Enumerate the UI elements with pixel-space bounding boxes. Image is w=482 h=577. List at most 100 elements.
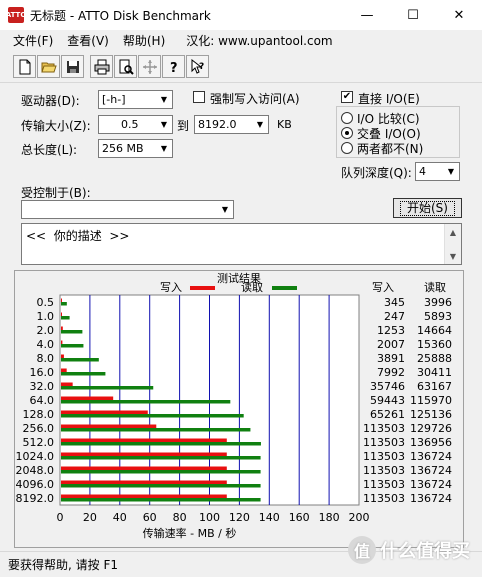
legend-read-swatch — [272, 286, 297, 290]
y-tick-label: 1.0 — [37, 310, 55, 323]
total-length-value: 256 MB — [102, 142, 144, 155]
column-header-read: 读取 — [424, 280, 446, 294]
y-tick-label: 8.0 — [37, 352, 55, 365]
read-value: 63167 — [417, 380, 452, 393]
read-value: 136724 — [410, 478, 452, 491]
y-tick-label: 16.0 — [30, 366, 55, 379]
write-bar — [61, 354, 64, 358]
x-axis-label: 传输速率 - MB / 秒 — [143, 526, 237, 540]
write-bar — [61, 480, 227, 484]
read-value: 136724 — [410, 450, 452, 463]
print-preview-icon — [119, 59, 134, 75]
overlap-io-radio[interactable] — [341, 127, 353, 139]
read-value: 136724 — [410, 492, 452, 505]
y-tick-label: 2048.0 — [16, 464, 55, 477]
description-box[interactable]: << 你的描述 >> ▲ ▼ — [21, 223, 462, 265]
results-chart: 测试结果写入 读取 写入 读取0 20 40 60 80 100 120 140 160 180 2000… — [16, 272, 453, 540]
x-tick-label: 120 — [229, 511, 250, 524]
legend-read-label: 读取 — [241, 280, 263, 294]
write-value: 345 — [384, 296, 405, 309]
menu-help[interactable]: 帮助(H) — [116, 32, 172, 49]
close-button[interactable]: ✕ — [436, 0, 482, 30]
print-button[interactable] — [90, 55, 113, 78]
drive-select[interactable]: [-h-] ▼ — [98, 90, 173, 109]
svg-text:?: ? — [199, 62, 204, 72]
read-bar — [61, 316, 70, 320]
transfer-size-label: 传输大小(Z): — [21, 119, 91, 133]
transfer-from-select[interactable]: 0.5 ▼ — [98, 115, 173, 134]
total-length-label: 总长度(L): — [21, 143, 78, 157]
write-bar — [61, 340, 63, 344]
drive-value: [-h-] — [102, 93, 126, 106]
queue-depth-select[interactable]: 4 ▼ — [415, 162, 460, 181]
direct-io-checkbox[interactable]: ✔ — [341, 91, 353, 103]
queue-depth-label: 队列深度(Q): — [341, 166, 412, 180]
move-button[interactable] — [138, 55, 161, 78]
transfer-to-label: 到 — [177, 119, 190, 133]
minimize-button[interactable]: — — [344, 0, 390, 30]
y-tick-label: 1024.0 — [16, 450, 55, 463]
write-bar — [61, 326, 63, 330]
read-bar — [61, 344, 84, 348]
write-bar — [61, 382, 73, 386]
y-tick-label: 4.0 — [37, 338, 55, 351]
legend-write-label: 写入 — [160, 281, 182, 294]
read-bar — [61, 442, 261, 446]
write-bar — [61, 438, 227, 442]
open-folder-icon — [40, 62, 57, 72]
scroll-down-icon[interactable]: ▼ — [445, 248, 461, 264]
about-button[interactable]: ? — [162, 55, 185, 78]
save-button[interactable] — [61, 55, 84, 78]
read-bar — [61, 330, 83, 334]
context-help-button[interactable]: ? — [186, 55, 209, 78]
write-value: 247 — [384, 310, 405, 323]
menu-bar: 文件(F) 查看(V) 帮助(H) 汉化: www.upantool.com — [0, 30, 482, 51]
x-tick-label: 180 — [319, 511, 340, 524]
open-file-button[interactable] — [37, 55, 60, 78]
write-bar — [61, 298, 62, 302]
x-tick-label: 80 — [173, 511, 187, 524]
read-value: 14664 — [417, 324, 452, 337]
transfer-to-select[interactable]: 8192.0 ▼ — [194, 115, 269, 134]
print-preview-button[interactable] — [114, 55, 137, 78]
menu-file[interactable]: 文件(F) — [0, 32, 60, 49]
chevron-down-icon: ▼ — [221, 205, 229, 214]
chevron-down-icon: ▼ — [160, 144, 168, 153]
new-file-button[interactable] — [13, 55, 36, 78]
io-compare-radio[interactable] — [341, 112, 353, 124]
read-value: 136724 — [410, 464, 452, 477]
write-bar — [61, 424, 157, 428]
transfer-from-value: 0.5 — [121, 118, 139, 131]
watermark-text: 什么值得买 — [380, 541, 470, 562]
read-bar — [61, 414, 244, 418]
question-mark-icon: ? — [170, 61, 178, 75]
write-value: 113503 — [363, 478, 405, 491]
write-bar — [61, 368, 67, 372]
y-tick-label: 2.0 — [37, 324, 55, 337]
read-value: 136956 — [410, 436, 452, 449]
scroll-up-icon[interactable]: ▲ — [445, 224, 461, 240]
controlled-by-select[interactable]: ▼ — [21, 200, 234, 219]
y-tick-label: 32.0 — [30, 380, 55, 393]
queue-depth-value: 4 — [419, 165, 426, 178]
start-button[interactable]: 开始(S) — [393, 198, 462, 218]
menu-view[interactable]: 查看(V) — [60, 32, 116, 49]
write-value: 59443 — [370, 394, 405, 407]
x-tick-label: 140 — [259, 511, 280, 524]
maximize-button[interactable]: ☐ — [390, 0, 436, 30]
menu-localization: 汉化: www.upantool.com — [186, 34, 333, 48]
force-write-checkbox[interactable] — [193, 91, 205, 103]
write-value: 2007 — [377, 338, 405, 351]
chevron-down-icon: ▼ — [447, 167, 455, 176]
read-bar — [61, 302, 67, 306]
read-bar — [61, 372, 106, 376]
total-length-select[interactable]: 256 MB ▼ — [98, 139, 173, 158]
read-value: 129726 — [410, 422, 452, 435]
description-scrollbar[interactable]: ▲ ▼ — [444, 224, 461, 264]
printer-icon — [94, 59, 109, 74]
read-value: 5893 — [424, 310, 452, 323]
neither-radio[interactable] — [341, 142, 353, 154]
legend-write-swatch — [190, 286, 215, 290]
y-tick-label: 256.0 — [23, 422, 55, 435]
read-value: 15360 — [417, 338, 452, 351]
